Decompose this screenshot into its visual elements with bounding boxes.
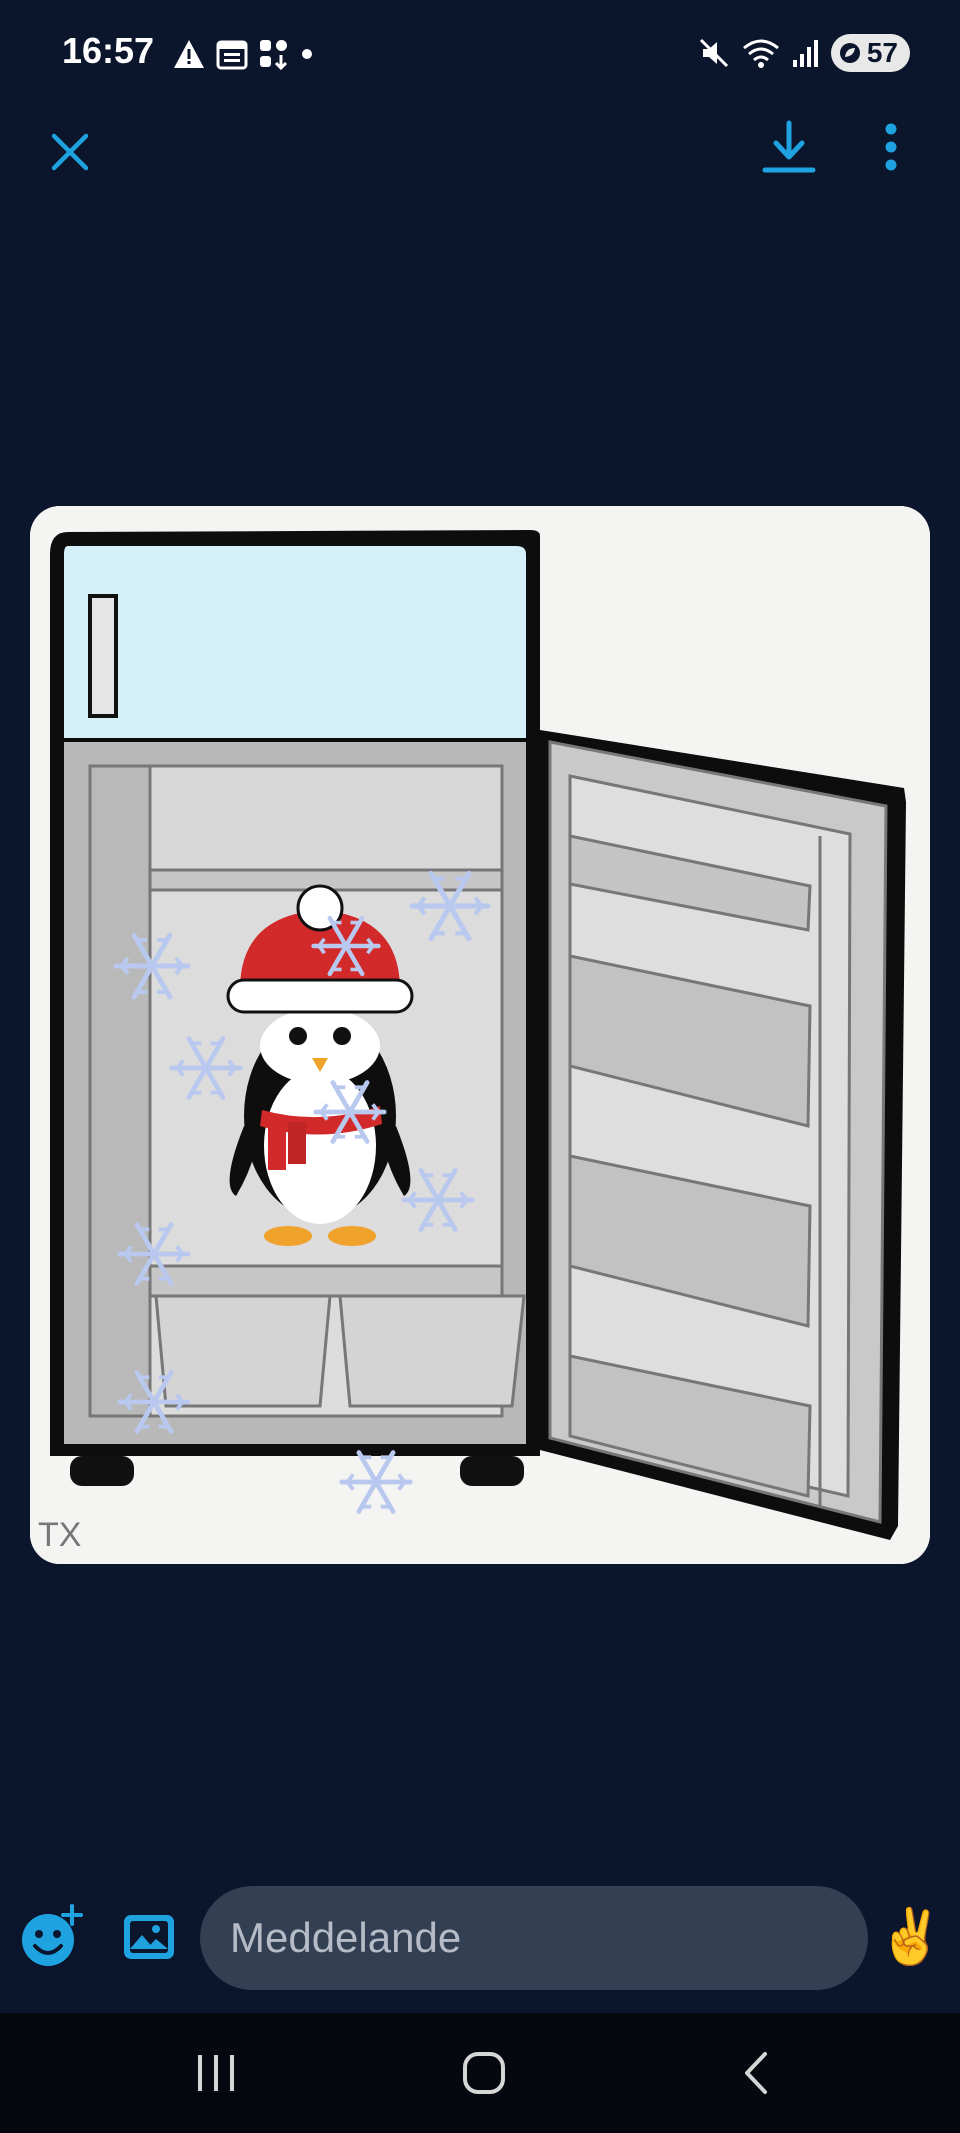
home-icon <box>463 2052 505 2094</box>
battery-level: 57 <box>866 37 898 68</box>
status-icons-left <box>172 34 314 74</box>
fridge-penguin-illustration: TX <box>30 506 930 1564</box>
download-icon <box>762 120 816 173</box>
compose-bar: ✌️ <box>0 1880 960 1990</box>
back-button[interactable] <box>726 2043 786 2103</box>
status-icons-right: 57 <box>697 32 910 74</box>
image-preview[interactable]: TX <box>30 506 930 1564</box>
battery-indicator: 57 <box>830 34 910 72</box>
status-bar: 16:57 57 <box>0 0 960 110</box>
download-button[interactable] <box>756 112 822 182</box>
recents-icon <box>198 2055 234 2091</box>
calendar-icon <box>216 40 248 70</box>
emoji-add-button[interactable] <box>16 1902 86 1972</box>
gallery-button[interactable] <box>118 1908 180 1966</box>
dot-icon <box>302 49 312 59</box>
artist-signature: TX <box>38 1516 81 1554</box>
victory-emoji-button[interactable]: ✌️ <box>877 1900 944 1974</box>
mute-icon <box>699 38 728 68</box>
status-time: 16:57 <box>62 30 155 71</box>
navigation-bar <box>0 2013 960 2133</box>
warning-icon <box>174 40 204 68</box>
apps-icon <box>260 40 288 70</box>
home-button[interactable] <box>454 2043 514 2103</box>
recents-button[interactable] <box>186 2043 246 2103</box>
more-options-button[interactable] <box>866 112 916 182</box>
wifi-icon <box>742 39 779 68</box>
more-vert-icon <box>885 123 897 171</box>
emoji-add-icon <box>22 1904 83 1966</box>
gallery-icon <box>124 1915 174 1959</box>
close-button[interactable] <box>40 122 100 182</box>
top-bar <box>0 112 960 202</box>
close-icon <box>51 133 89 171</box>
back-icon <box>745 2052 767 2094</box>
message-input[interactable] <box>200 1886 868 1990</box>
leaf-icon <box>839 43 860 63</box>
signal-icon <box>792 40 818 67</box>
